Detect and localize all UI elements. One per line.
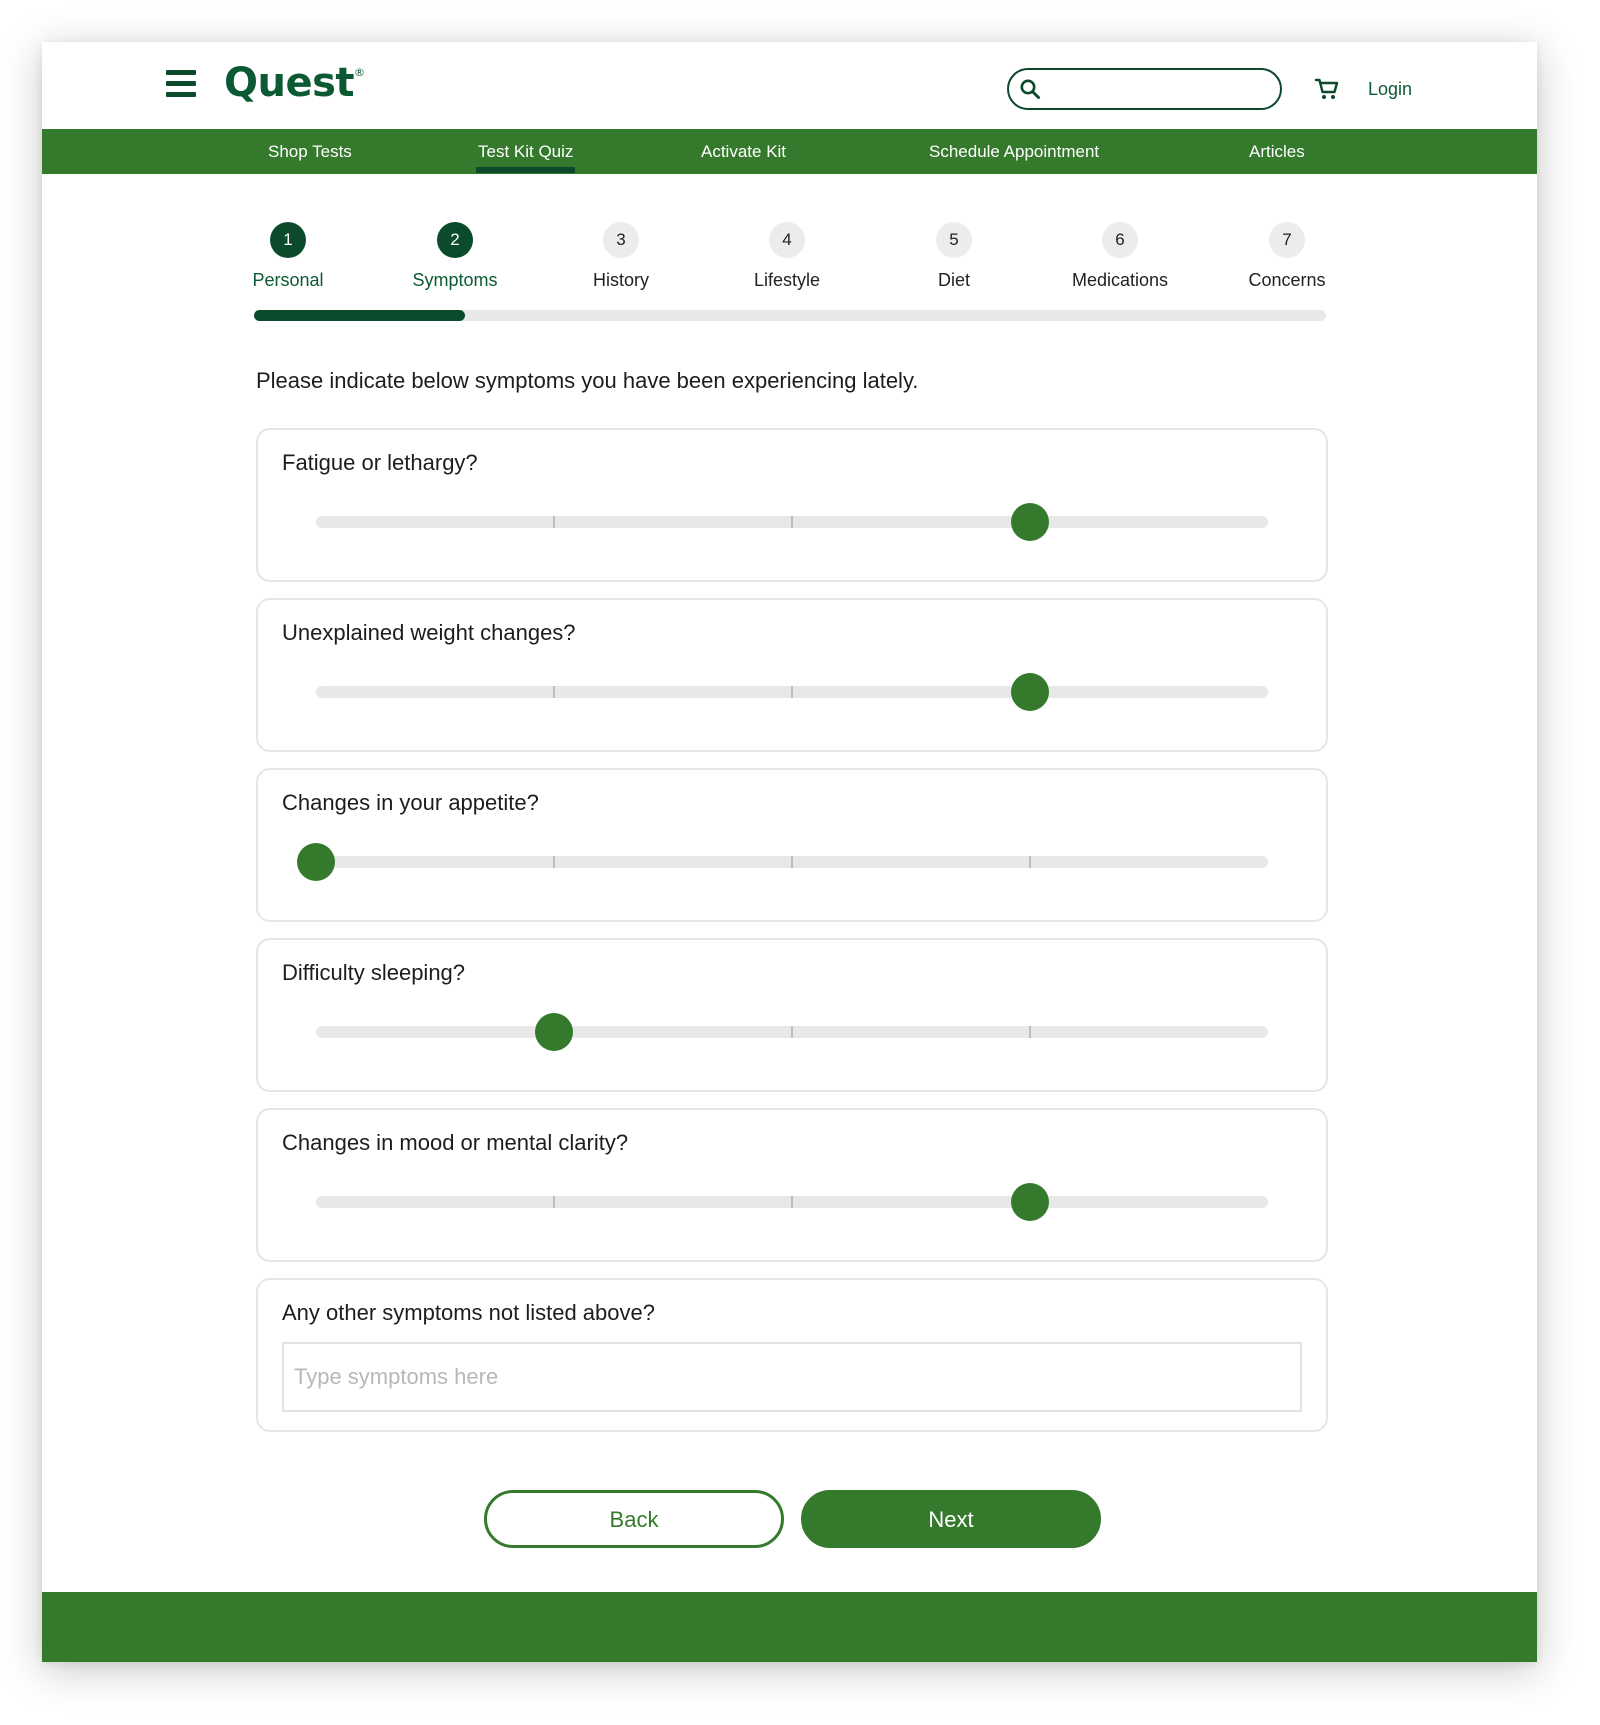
step-history[interactable]: 3 History (551, 222, 691, 291)
question-card-sleeping: Difficulty sleeping? NeverRarelySometime… (256, 938, 1328, 1158)
search-icon (1020, 79, 1040, 99)
slider-thumb[interactable] (1011, 1183, 1049, 1221)
step-label: Personal (252, 270, 324, 290)
quiz-page: Quest® Login Shop Tests Test Kit Quiz Ac… (42, 42, 1537, 1662)
progress-fill (254, 310, 466, 321)
step-label: Lifestyle (753, 270, 821, 290)
step-number: 6 (1102, 222, 1138, 258)
frequency-slider[interactable]: NeverRarelySometimesFrequentlyAlways (292, 1183, 1297, 1328)
slider-tick (553, 686, 555, 698)
slider-thumb[interactable] (1011, 673, 1049, 711)
frequency-slider[interactable]: NeverRarelySometimesFrequentlyAlways (292, 843, 1297, 988)
next-button[interactable]: Next (801, 1490, 1101, 1548)
step-concerns[interactable]: 7 Concerns (1217, 222, 1357, 291)
search-box[interactable] (1007, 68, 1282, 110)
question-label: Difficulty sleeping? (282, 960, 466, 985)
step-label: Medications (1071, 270, 1169, 290)
step-symptoms[interactable]: 2 Symptoms (385, 222, 525, 291)
slider-tick (553, 1196, 555, 1208)
slider-tick (791, 686, 793, 698)
question-card-appetite: Changes in your appetite? NeverRarelySom… (256, 768, 1328, 988)
slider-tick (791, 1026, 793, 1038)
question-card-mood: Changes in mood or mental clarity? Never… (256, 1108, 1328, 1328)
question-label: Any other symptoms not listed above? (282, 1300, 655, 1325)
step-lifestyle[interactable]: 4 Lifestyle (717, 222, 857, 291)
frequency-slider[interactable]: NeverRarelySometimesFrequentlyAlways (292, 1013, 1297, 1158)
slider-thumb[interactable] (535, 1013, 573, 1051)
step-label: Symptoms (412, 270, 498, 290)
site-header: Quest® Login (42, 42, 1537, 129)
step-label: History (592, 270, 649, 290)
step-personal[interactable]: 1 Personal (218, 222, 358, 291)
step-medications[interactable]: 6 Medications (1050, 222, 1190, 291)
nav-schedule-appointment[interactable]: Schedule Appointment (929, 129, 1099, 174)
search-input[interactable] (1047, 72, 1266, 106)
question-label: Fatigue or lethargy? (282, 450, 478, 475)
site-footer (42, 1592, 1537, 1662)
progress-bar (254, 310, 1326, 321)
quest-logo[interactable]: Quest® (224, 60, 365, 106)
nav-activate-kit[interactable]: Activate Kit (701, 129, 786, 174)
main-nav: Shop Tests Test Kit Quiz Activate Kit Sc… (42, 129, 1537, 174)
slider-tick (553, 516, 555, 528)
slider-thumb[interactable] (297, 843, 335, 881)
question-label: Changes in mood or mental clarity? (282, 1130, 629, 1155)
step-diet[interactable]: 5 Diet (884, 222, 1024, 291)
nav-test-kit-quiz[interactable]: Test Kit Quiz (475, 129, 576, 174)
hamburger-menu-icon[interactable] (166, 70, 196, 98)
login-link[interactable]: Login (1368, 79, 1412, 100)
cart-icon[interactable] (1314, 76, 1340, 102)
other-symptoms-input[interactable] (282, 1342, 1302, 1412)
question-card-weight: Unexplained weight changes? NeverRarelyS… (256, 598, 1328, 818)
slider-thumb[interactable] (1011, 503, 1049, 541)
question-card-fatigue: Fatigue or lethargy? NeverRarelySometime… (256, 428, 1328, 648)
slider-tick (1029, 856, 1031, 868)
nav-articles[interactable]: Articles (1249, 129, 1305, 174)
step-label: Concerns (1248, 270, 1326, 290)
question-card-other: Any other symptoms not listed above? (256, 1278, 1328, 1432)
quiz-stepper: 1 Personal 2 Symptoms 3 History 4 Lifest… (252, 222, 1326, 362)
slider-tick (791, 516, 793, 528)
step-label: Diet (937, 270, 970, 290)
slider-tick (553, 856, 555, 868)
step-number: 3 (603, 222, 639, 258)
step-number: 2 (437, 222, 473, 258)
step-number: 7 (1269, 222, 1305, 258)
step-number: 1 (270, 222, 306, 258)
question-label: Changes in your appetite? (282, 790, 539, 815)
step-number: 4 (769, 222, 805, 258)
intro-text: Please indicate below symptoms you have … (256, 368, 919, 393)
nav-shop-tests[interactable]: Shop Tests (268, 129, 352, 174)
back-button[interactable]: Back (484, 1490, 784, 1548)
slider-tick (791, 1196, 793, 1208)
frequency-slider[interactable]: NeverRarelySometimesFrequentlyAlways (292, 673, 1297, 818)
slider-tick (1029, 1026, 1031, 1038)
slider-tick (791, 856, 793, 868)
frequency-slider[interactable]: NeverRarelySometimesFrequentlyAlways (292, 503, 1297, 648)
question-label: Unexplained weight changes? (282, 620, 576, 645)
step-number: 5 (936, 222, 972, 258)
